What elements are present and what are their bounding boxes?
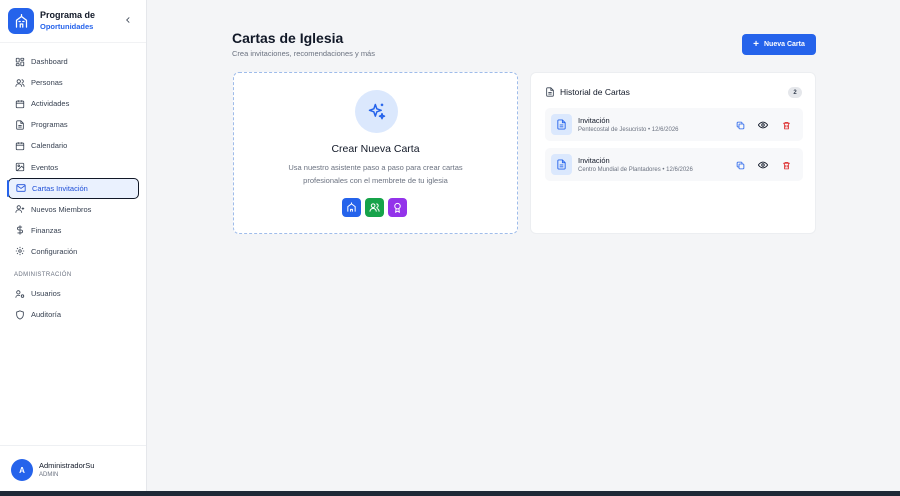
sidebar-item-finanzas[interactable]: Finanzas [8, 220, 139, 241]
mail-icon [15, 183, 26, 194]
user-cog-icon [14, 288, 25, 299]
sidebar-item-label: Usuarios [31, 289, 61, 299]
new-letter-label: Nueva Carta [763, 41, 805, 48]
user-plus-icon [14, 204, 25, 215]
main-nav: Dashboard Personas Actividades Programas… [8, 51, 139, 262]
page-title: Cartas de Iglesia [232, 30, 344, 46]
sidebar-item-dashboard[interactable]: Dashboard [8, 51, 139, 72]
create-card-title: Crear Nueva Carta [331, 143, 420, 155]
church-icon [342, 198, 361, 217]
sidebar-item-label: Configuración [31, 246, 78, 256]
sidebar-divider [0, 42, 146, 43]
letter-type: Invitación [578, 116, 610, 125]
shield-icon [14, 309, 25, 320]
avatar: A [11, 459, 33, 481]
user-name: AdministradorSu [39, 461, 95, 470]
sidebar-item-cartas-invitacion[interactable]: Cartas Invitación [8, 177, 139, 199]
user-role: ADMIN [39, 472, 59, 478]
letter-meta: Pentecostal de Jesucristo • 12/6/2026 [578, 127, 679, 133]
trash-icon [782, 161, 790, 169]
create-card-description: Usa nuestro asistente paso a paso para c… [288, 163, 463, 185]
dollar-icon [14, 225, 25, 236]
award-icon [388, 198, 407, 217]
trash-icon [782, 121, 790, 129]
delete-button[interactable] [781, 160, 791, 170]
sidebar: Programa de Oportunidades Dashboard Pers… [0, 0, 147, 491]
sidebar-item-label: Calendario [31, 141, 68, 151]
eye-icon [758, 161, 768, 169]
sidebar-item-label: Finanzas [31, 225, 62, 235]
delete-button[interactable] [781, 120, 791, 130]
document-icon [545, 87, 555, 97]
letter-row[interactable]: Invitación Centro Mundial de Plantadores… [545, 148, 803, 181]
sidebar-item-label: Personas [31, 78, 63, 88]
image-icon [14, 162, 25, 173]
taskbar-edge [0, 491, 900, 496]
group-icon [365, 198, 384, 217]
calendar-grid-icon [14, 140, 25, 151]
church-logo-icon [8, 8, 34, 34]
sidebar-item-nuevos-miembros[interactable]: Nuevos Miembros [8, 199, 139, 220]
admin-nav: Usuarios Auditoría [8, 283, 139, 325]
page-subtitle: Crea invitaciones, recomendaciones y más [232, 49, 375, 58]
letter-type-icons [342, 198, 407, 217]
sidebar-item-eventos[interactable]: Eventos [8, 156, 139, 177]
copy-icon [736, 121, 744, 129]
sidebar-item-label: Actividades [31, 99, 70, 109]
sidebar-item-actividades[interactable]: Actividades [8, 93, 139, 114]
sidebar-item-label: Auditoría [31, 310, 62, 320]
plus-icon: + [753, 38, 759, 50]
letter-row[interactable]: Invitación Pentecostal de Jesucristo • 1… [545, 108, 803, 141]
active-indicator [7, 180, 9, 197]
copy-button[interactable] [735, 120, 745, 130]
copy-button[interactable] [735, 160, 745, 170]
brand-subtitle: Oportunidades [40, 22, 94, 31]
history-count-badge: 2 [788, 87, 802, 98]
sidebar-item-label: Eventos [31, 162, 59, 172]
sidebar-item-auditoria[interactable]: Auditoría [8, 304, 139, 325]
chevron-left-icon [126, 17, 130, 23]
sidebar-item-label: Cartas Invitación [32, 183, 88, 193]
view-button[interactable] [758, 160, 768, 170]
sparkles-icon [355, 90, 398, 133]
sidebar-item-configuracion[interactable]: Configuración [8, 241, 139, 262]
gear-icon [14, 246, 25, 257]
sidebar-item-personas[interactable]: Personas [8, 72, 139, 93]
history-title: Historial de Cartas [560, 87, 630, 97]
letter-document-icon [551, 154, 572, 175]
sidebar-item-label: Programas [31, 120, 68, 130]
users-icon [14, 77, 25, 88]
letter-meta: Centro Mundial de Plantadores • 12/6/202… [578, 167, 693, 173]
brand-title: Programa de [40, 10, 96, 20]
sidebar-item-usuarios[interactable]: Usuarios [8, 283, 139, 304]
sidebar-item-label: Nuevos Miembros [31, 204, 92, 214]
letter-history-card: Historial de Cartas 2 Invitación Penteco… [530, 72, 816, 234]
sidebar-item-label: Dashboard [31, 57, 68, 67]
create-letter-card[interactable]: Crear Nueva Carta Usa nuestro asistente … [233, 72, 518, 234]
admin-section-label: ADMINISTRACIÓN [14, 272, 72, 278]
collapse-sidebar-button[interactable] [122, 14, 134, 26]
calendar-icon [14, 98, 25, 109]
sidebar-item-calendario[interactable]: Calendario [8, 135, 139, 156]
dashboard-icon [14, 56, 25, 67]
document-icon [14, 119, 25, 130]
new-letter-button[interactable]: + Nueva Carta [742, 34, 816, 55]
user-profile[interactable]: A AdministradorSu ADMIN [0, 445, 146, 491]
brand[interactable]: Programa de Oportunidades [8, 8, 95, 34]
view-button[interactable] [758, 120, 768, 130]
letter-document-icon [551, 114, 572, 135]
sidebar-item-programas[interactable]: Programas [8, 114, 139, 135]
letter-type: Invitación [578, 156, 610, 165]
copy-icon [736, 161, 744, 169]
eye-icon [758, 121, 768, 129]
